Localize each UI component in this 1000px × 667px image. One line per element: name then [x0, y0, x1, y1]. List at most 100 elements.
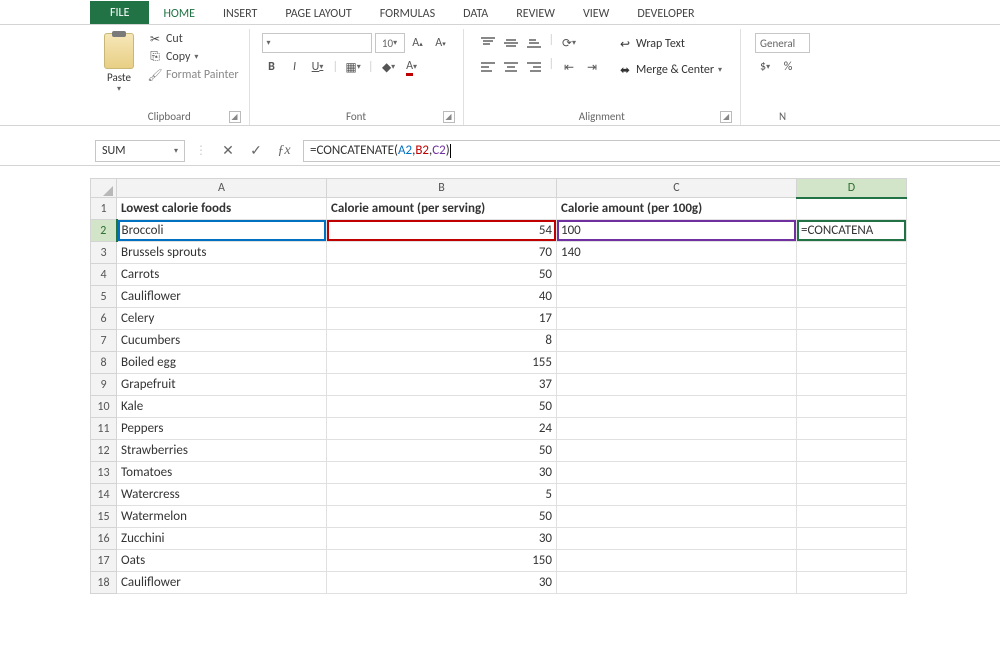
decrease-indent-button[interactable]: ⇤ — [559, 57, 579, 77]
cell[interactable] — [797, 286, 907, 308]
cell[interactable]: Cauliflower — [117, 286, 327, 308]
cell[interactable]: Broccoli — [117, 220, 327, 242]
col-header-a[interactable]: A — [117, 179, 327, 198]
font-size-combo[interactable]: 10▾ — [375, 33, 405, 53]
align-right-button[interactable] — [524, 57, 544, 77]
cell[interactable] — [557, 572, 797, 594]
row-header[interactable]: 5 — [91, 286, 117, 308]
cell[interactable]: 150 — [327, 550, 557, 572]
row-header[interactable]: 7 — [91, 330, 117, 352]
cell[interactable]: 50 — [327, 396, 557, 418]
cell[interactable] — [797, 352, 907, 374]
cell[interactable]: Zucchini — [117, 528, 327, 550]
row-header[interactable]: 8 — [91, 352, 117, 374]
decrease-font-button[interactable]: A▾ — [431, 33, 451, 53]
name-box[interactable]: SUM▾ — [95, 140, 185, 162]
tab-review[interactable]: REVIEW — [502, 2, 569, 24]
orientation-button[interactable]: ⟳▾ — [559, 33, 579, 53]
align-bottom-button[interactable] — [524, 33, 544, 53]
cell[interactable]: 37 — [327, 374, 557, 396]
cell[interactable] — [797, 330, 907, 352]
tab-home[interactable]: HOME — [149, 2, 209, 24]
cell[interactable]: Celery — [117, 308, 327, 330]
cell[interactable]: 50 — [327, 506, 557, 528]
cell[interactable] — [557, 440, 797, 462]
cell[interactable]: 155 — [327, 352, 557, 374]
cell[interactable] — [557, 286, 797, 308]
cell[interactable]: Kale — [117, 396, 327, 418]
cell[interactable]: 50 — [327, 264, 557, 286]
cell[interactable]: 30 — [327, 572, 557, 594]
row-header[interactable]: 10 — [91, 396, 117, 418]
tab-developer[interactable]: DEVELOPER — [623, 2, 708, 24]
cell[interactable]: 40 — [327, 286, 557, 308]
row-header[interactable]: 9 — [91, 374, 117, 396]
cell[interactable]: =CONCATENA — [797, 220, 907, 242]
cell[interactable]: 100 — [557, 220, 797, 242]
cancel-formula-button[interactable]: ✕ — [217, 140, 239, 162]
font-color-button[interactable]: A ▾ — [402, 57, 422, 77]
cell[interactable] — [557, 330, 797, 352]
cell[interactable]: Boiled egg — [117, 352, 327, 374]
copy-button[interactable]: ⎘Copy ▾ — [146, 49, 241, 65]
row-header[interactable]: 17 — [91, 550, 117, 572]
align-middle-button[interactable] — [501, 33, 521, 53]
cell[interactable] — [557, 418, 797, 440]
row-header[interactable]: 2 — [91, 220, 117, 242]
cell[interactable] — [797, 506, 907, 528]
cell[interactable] — [557, 550, 797, 572]
borders-button[interactable]: ▦ ▾ — [343, 57, 363, 77]
accounting-format-button[interactable]: $▾ — [755, 57, 775, 77]
cell[interactable]: 5 — [327, 484, 557, 506]
cell[interactable]: Peppers — [117, 418, 327, 440]
row-header[interactable]: 4 — [91, 264, 117, 286]
clipboard-dialog-launcher[interactable]: ◢ — [229, 111, 241, 123]
cell[interactable] — [797, 418, 907, 440]
cell[interactable] — [557, 374, 797, 396]
cell[interactable]: 30 — [327, 528, 557, 550]
cell[interactable]: 50 — [327, 440, 557, 462]
cell[interactable]: Tomatoes — [117, 462, 327, 484]
underline-button[interactable]: U ▾ — [308, 57, 328, 77]
cell[interactable]: Calorie amount (per 100g) — [557, 198, 797, 220]
col-header-c[interactable]: C — [557, 179, 797, 198]
cell[interactable] — [557, 528, 797, 550]
cell[interactable]: 54 — [327, 220, 557, 242]
row-header[interactable]: 16 — [91, 528, 117, 550]
cell[interactable] — [797, 396, 907, 418]
merge-center-button[interactable]: ⬌Merge & Center ▾ — [614, 59, 726, 81]
cell[interactable]: Brussels sprouts — [117, 242, 327, 264]
cell[interactable]: Watermelon — [117, 506, 327, 528]
cell[interactable] — [557, 396, 797, 418]
tab-formulas[interactable]: FORMULAS — [366, 2, 449, 24]
percent-format-button[interactable]: % — [778, 57, 798, 77]
cell[interactable]: Strawberries — [117, 440, 327, 462]
italic-button[interactable]: I — [285, 57, 305, 77]
cell[interactable] — [797, 374, 907, 396]
format-painter-button[interactable]: 🖌Format Painter — [146, 67, 241, 83]
col-header-d[interactable]: D — [797, 179, 907, 198]
tab-data[interactable]: DATA — [449, 2, 502, 24]
cell[interactable]: 140 — [557, 242, 797, 264]
formula-input[interactable]: =CONCATENATE(A2,B2,C2) — [303, 140, 1000, 162]
number-format-combo[interactable]: General — [755, 33, 810, 53]
row-header[interactable]: 12 — [91, 440, 117, 462]
cell[interactable] — [557, 264, 797, 286]
cell[interactable]: Watercress — [117, 484, 327, 506]
align-top-button[interactable] — [478, 33, 498, 53]
cell[interactable] — [797, 242, 907, 264]
cell[interactable] — [797, 462, 907, 484]
alignment-dialog-launcher[interactable]: ◢ — [720, 111, 732, 123]
increase-font-button[interactable]: A▴ — [408, 33, 428, 53]
cell[interactable]: Lowest calorie foods — [117, 198, 327, 220]
spreadsheet-grid[interactable]: A B C D 1 Lowest calorie foods Calorie a… — [0, 178, 1000, 594]
row-header[interactable]: 14 — [91, 484, 117, 506]
cell[interactable]: Cucumbers — [117, 330, 327, 352]
cell[interactable] — [557, 308, 797, 330]
column-headers[interactable]: A B C D — [91, 179, 907, 198]
increase-indent-button[interactable]: ⇥ — [582, 57, 602, 77]
cell[interactable]: 8 — [327, 330, 557, 352]
tab-page-layout[interactable]: PAGE LAYOUT — [271, 2, 365, 24]
cell[interactable] — [797, 440, 907, 462]
tab-view[interactable]: VIEW — [569, 2, 623, 24]
